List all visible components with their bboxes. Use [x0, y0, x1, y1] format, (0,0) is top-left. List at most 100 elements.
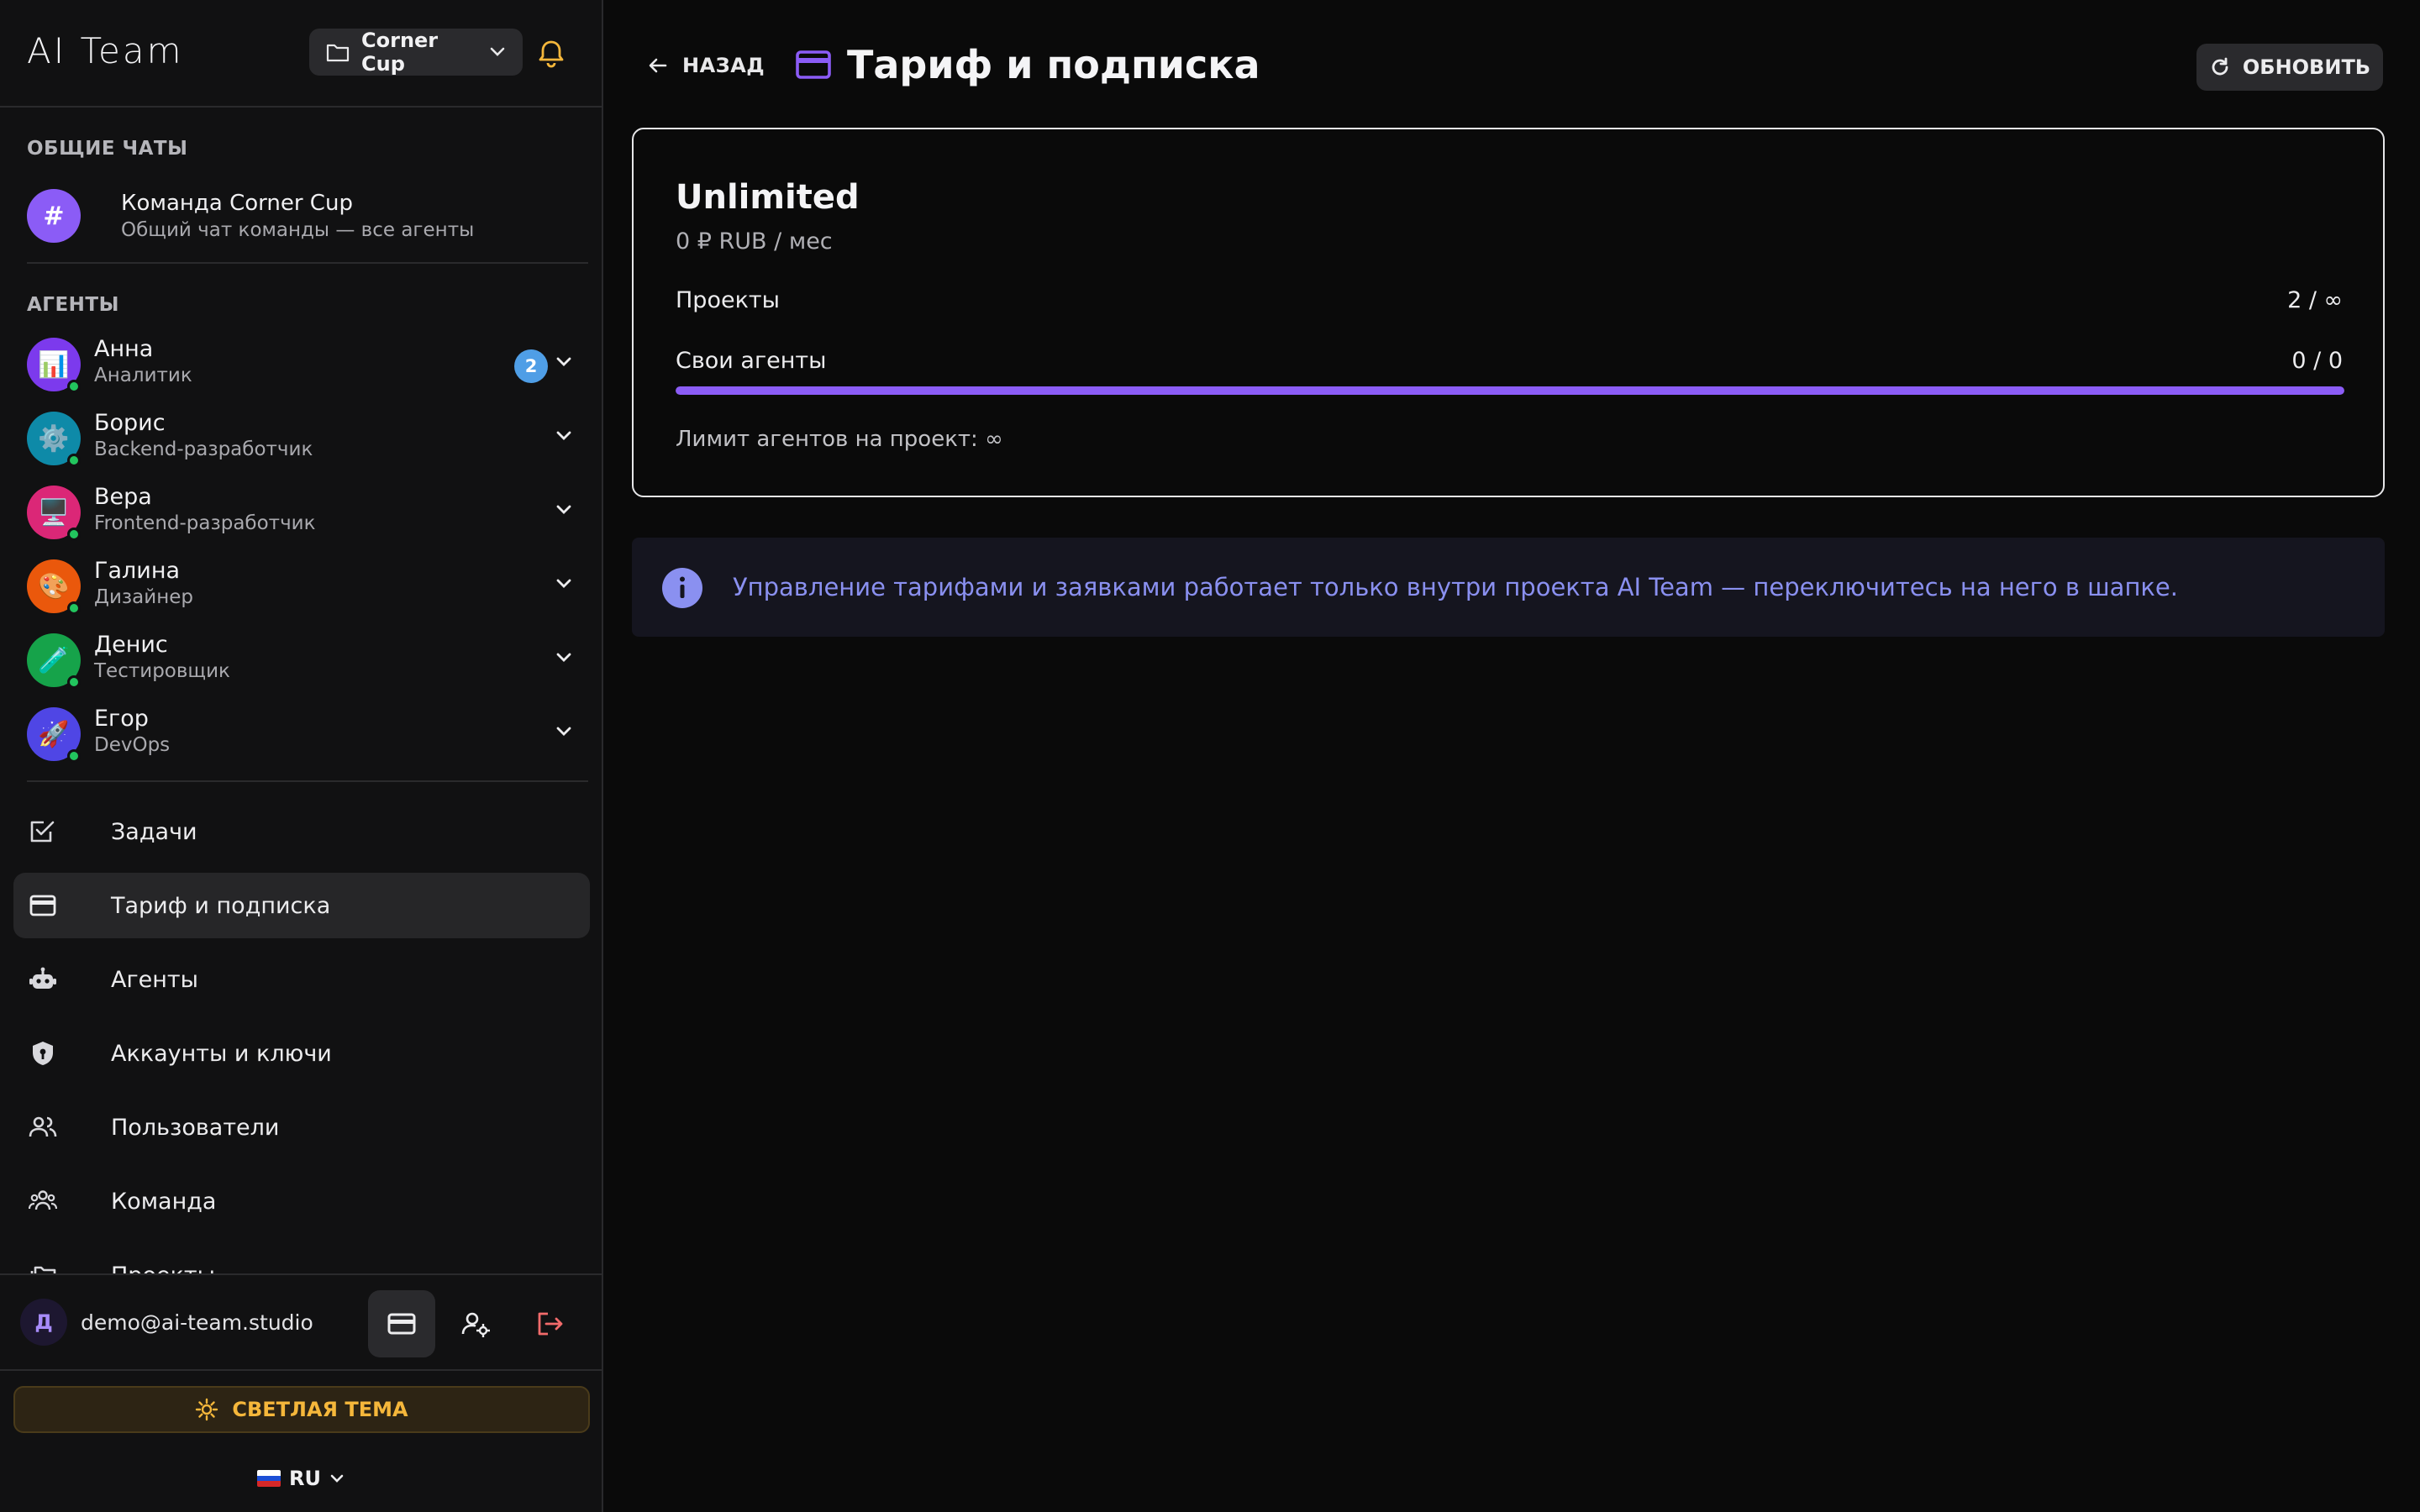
arrow-left-icon	[647, 55, 669, 76]
users-icon	[29, 1113, 57, 1142]
check-square-icon	[29, 817, 57, 846]
nav-item-label: Аккаунты и ключи	[111, 1040, 332, 1067]
folder-icon	[326, 42, 350, 62]
info-alert: Управление тарифами и заявками работает …	[632, 538, 2385, 637]
agent-role: Аналитик	[94, 365, 192, 386]
theme-toggle-button[interactable]: СВЕТЛАЯ ТЕМА	[13, 1386, 590, 1433]
online-status-dot	[67, 675, 81, 689]
refresh-button[interactable]: ОБНОВИТЬ	[2196, 44, 2383, 91]
nav-item-credit-card[interactable]: Тариф и подписка	[13, 873, 590, 938]
user-email: demo@ai-team.studio	[81, 1310, 313, 1335]
agents-title: АГЕНТЫ	[27, 294, 119, 316]
credit-card-icon	[387, 1311, 417, 1336]
main-content: НАЗАД Тариф и подписка ОБНОВИТЬ Unlimite…	[605, 0, 2420, 1512]
chevron-down-icon[interactable]	[555, 504, 573, 516]
unread-badge: 2	[514, 349, 548, 383]
project-select[interactable]: Corner Cup	[309, 29, 523, 76]
billing-button[interactable]	[368, 1290, 435, 1357]
team-chat-subtitle: Общий чат команды — все агенты	[121, 219, 475, 241]
logout-icon	[534, 1309, 565, 1339]
agent-name: Анна	[94, 336, 154, 362]
chevron-down-icon[interactable]	[555, 430, 573, 442]
projects-label: Проекты	[676, 287, 780, 313]
agent-item[interactable]: ⚙️ Борис Backend-разработчик	[27, 405, 581, 472]
agent-item[interactable]: 🎨 Галина Дизайнер	[27, 553, 581, 620]
agent-name: Вера	[94, 484, 152, 510]
chevron-down-icon	[329, 1473, 345, 1483]
info-text: Управление тарифами и заявками работает …	[733, 573, 2178, 601]
chevron-down-icon	[489, 46, 506, 58]
agent-limit-text: Лимит агентов на проект: ∞	[676, 427, 1003, 452]
online-status-dot	[67, 454, 81, 467]
nav-item-robot[interactable]: Агенты	[13, 947, 590, 1012]
nav-item-users[interactable]: Пользователи	[13, 1095, 590, 1160]
online-status-dot	[67, 528, 81, 541]
app-title: AI Team	[27, 30, 184, 71]
user-settings-icon	[460, 1309, 491, 1339]
agent-item[interactable]: 🧪 Денис Тестировщик	[27, 627, 581, 694]
agent-role: Дизайнер	[94, 586, 193, 608]
back-label: НАЗАД	[682, 54, 765, 77]
chevron-down-icon[interactable]	[555, 726, 573, 738]
custom-agents-label: Свои агенты	[676, 348, 827, 374]
plan-card: Unlimited 0 ₽ RUB / мес Проекты 2 / ∞ Св…	[632, 128, 2385, 497]
back-button[interactable]: НАЗАД	[647, 49, 765, 82]
nav-item-label: Задачи	[111, 818, 197, 845]
progress-fill	[676, 386, 2344, 395]
team-chat-name: Команда Corner Cup	[121, 191, 353, 216]
profile-settings-button[interactable]	[442, 1290, 509, 1357]
online-status-dot	[67, 749, 81, 763]
agent-role: Backend-разработчик	[94, 438, 313, 460]
agent-role: DevOps	[94, 734, 171, 756]
general-chats-title: ОБЩИЕ ЧАТЫ	[27, 138, 188, 160]
agent-role: Frontend-разработчик	[94, 512, 316, 534]
chevron-down-icon[interactable]	[555, 578, 573, 590]
chevron-down-icon[interactable]	[555, 356, 573, 368]
agent-item[interactable]: 🖥️ Вера Frontend-разработчик	[27, 479, 581, 546]
nav-item-check-square[interactable]: Задачи	[13, 799, 590, 864]
custom-agents-progress	[676, 386, 2344, 395]
credit-card-icon	[29, 891, 57, 920]
divider	[27, 780, 588, 782]
sidebar-header: AI Team Corner Cup	[0, 0, 602, 108]
credit-card-icon	[795, 48, 832, 81]
hash-icon: #	[27, 189, 81, 243]
divider	[27, 262, 588, 264]
project-name: Corner Cup	[361, 29, 439, 76]
chevron-down-icon[interactable]	[555, 652, 573, 664]
refresh-icon	[2209, 56, 2231, 78]
team-chat-item[interactable]: # Команда Corner Cup Общий чат команды —…	[27, 186, 573, 245]
plan-name: Unlimited	[676, 178, 860, 217]
page-title: Тариф и подписка	[795, 42, 1260, 87]
shield-key-icon	[29, 1039, 57, 1068]
nav-item-label: Агенты	[111, 966, 198, 993]
agent-name: Егор	[94, 706, 149, 732]
nav-item-shield-key[interactable]: Аккаунты и ключи	[13, 1021, 590, 1086]
agent-name: Галина	[94, 558, 181, 584]
agent-role: Тестировщик	[94, 660, 230, 682]
language-code: RU	[289, 1467, 321, 1490]
online-status-dot	[67, 601, 81, 615]
language-select[interactable]: RU	[257, 1462, 345, 1495]
robot-icon	[29, 965, 57, 994]
russia-flag-icon	[257, 1470, 281, 1487]
info-icon	[662, 568, 702, 608]
nav-item-team[interactable]: Команда	[13, 1168, 590, 1234]
refresh-label: ОБНОВИТЬ	[2242, 55, 2371, 79]
team-icon	[29, 1187, 57, 1215]
logout-button[interactable]	[516, 1290, 583, 1357]
bell-icon[interactable]	[534, 37, 568, 71]
avatar: Д	[20, 1299, 67, 1346]
divider	[0, 1369, 602, 1371]
agent-name: Денис	[94, 632, 168, 658]
agent-item[interactable]: 📊 Анна Аналитик 2	[27, 331, 581, 398]
online-status-dot	[67, 380, 81, 393]
agent-item[interactable]: 🚀 Егор DevOps	[27, 701, 581, 768]
projects-value: 2 / ∞	[2287, 287, 2343, 313]
sun-icon	[195, 1398, 218, 1421]
agent-name: Борис	[94, 410, 166, 436]
nav-item-label: Тариф и подписка	[111, 892, 331, 919]
theme-toggle-label: СВЕТЛАЯ ТЕМА	[232, 1398, 408, 1421]
nav-item-label: Команда	[111, 1188, 217, 1215]
plan-price: 0 ₽ RUB / мес	[676, 228, 833, 255]
